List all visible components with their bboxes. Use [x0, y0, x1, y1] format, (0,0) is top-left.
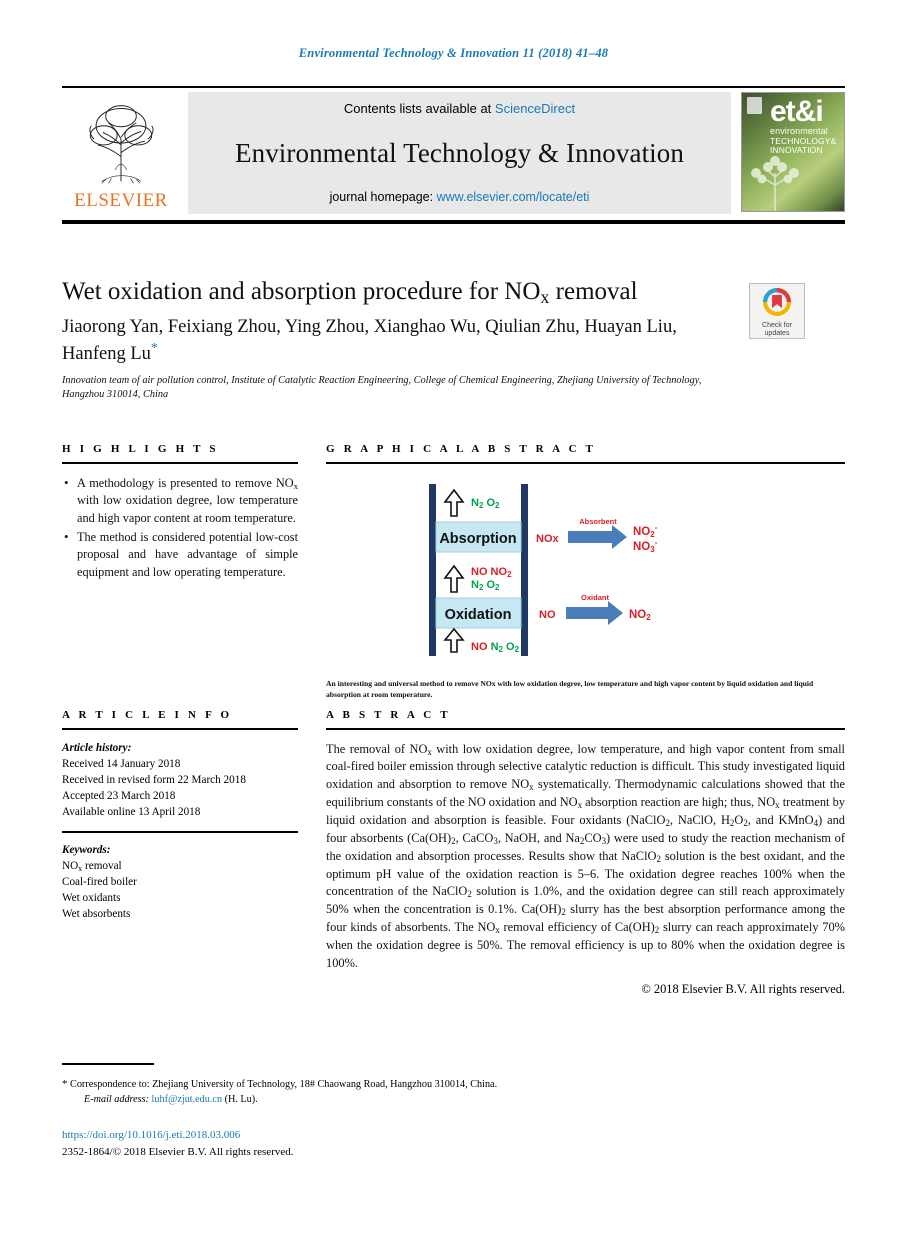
gas-label-top: N2 O2 — [471, 497, 500, 510]
keyword-item: Coal-fired boiler — [62, 876, 137, 889]
journal-title: Environmental Technology & Innovation — [235, 137, 684, 168]
history-item: Accepted 23 March 2018 — [62, 789, 176, 802]
journal-homepage-line: journal homepage: www.elsevier.com/locat… — [330, 190, 590, 204]
abstract-section: A B S T R A C T The removal of NOx with … — [326, 709, 845, 997]
keyword-item: Wet oxidants — [62, 892, 121, 905]
masthead-top-rule — [62, 86, 845, 88]
list-item: A methodology is presented to remove NOx… — [62, 474, 298, 527]
footnote-star: * — [62, 1077, 68, 1090]
sciencedirect-link[interactable]: ScienceDirect — [495, 101, 575, 116]
corresponding-author-marker: * — [150, 340, 158, 356]
running-head: Environmental Technology & Innovation 11… — [298, 46, 609, 60]
masthead-center-panel: Contents lists available at ScienceDirec… — [188, 92, 731, 214]
article-history: Article history: Received 14 January 201… — [62, 740, 298, 821]
highlights-list: A methodology is presented to remove NOx… — [62, 474, 298, 582]
email-note: E-mail address: luhf@zjut.edu.cn (H. Lu)… — [62, 1092, 845, 1107]
absorption-stage-label: Absorption — [439, 531, 516, 547]
keywords-label: Keywords: — [62, 843, 111, 856]
article-info-heading: A R T I C L E I N F O — [62, 709, 233, 721]
journal-cover-thumbnail: et&i environmental TECHNOLOGY& INNOVATIO… — [741, 92, 845, 212]
history-item: Available online 13 April 2018 — [62, 806, 201, 819]
graphical-abstract-section: G R A P H I C A L A B S T R A C T Absorp… — [326, 443, 845, 699]
correspondence-text: Correspondence to: Zhejiang University o… — [70, 1078, 498, 1090]
reaction-bottom-label: Oxidant — [581, 593, 609, 602]
reaction-bottom-arrow-icon — [566, 600, 623, 625]
elsevier-mark-icon — [747, 97, 762, 114]
homepage-url-link[interactable]: www.elsevier.com/locate/eti — [437, 190, 590, 204]
title-tail: removal — [549, 278, 638, 305]
crossmark-line1: Check for — [762, 322, 792, 329]
abstract-body: The removal of NOx with low oxidation de… — [326, 741, 845, 970]
crossmark-badge[interactable]: Check for updates — [749, 283, 805, 339]
elsevier-logo: ELSEVIER — [62, 92, 180, 214]
keyword-item: NOx removal — [62, 859, 122, 873]
footnote-rule — [62, 1063, 154, 1065]
oxidation-stage-label: Oxidation — [445, 607, 512, 623]
crossmark-icon — [763, 288, 791, 316]
reaction-top-output-1: NO2- — [633, 523, 658, 539]
email-label: E-mail address: — [84, 1094, 149, 1106]
history-item: Received in revised form 22 March 2018 — [62, 773, 246, 786]
reaction-top-output-2: NO3- — [633, 538, 658, 554]
graphical-abstract-figure: Absorption Oxidation N2 O2 NO NO2 N2 O2 … — [326, 480, 845, 699]
highlights-heading: H I G H L I G H T S — [62, 443, 219, 455]
journal-article-page: Environmental Technology & Innovation 11… — [0, 0, 907, 1238]
cover-subtitle: environmental TECHNOLOGY& INNOVATION — [770, 126, 836, 155]
issn-copyright: 2352-1864/© 2018 Elsevier B.V. All right… — [62, 1145, 294, 1158]
elsevier-tree-icon — [89, 105, 154, 184]
highlights-section: H I G H L I G H T S A methodology is pre… — [62, 443, 298, 583]
doi-link[interactable]: https://doi.org/10.1016/j.eti.2018.03.00… — [62, 1127, 845, 1144]
email-link[interactable]: luhf@zjut.edu.cn — [152, 1094, 223, 1105]
gas-label-mid-red: NO NO2 — [471, 566, 512, 579]
list-item: The method is considered potential low-c… — [62, 528, 298, 581]
article-history-label: Article history: — [62, 741, 132, 754]
process-diagram: Absorption Oxidation N2 O2 NO NO2 N2 O2 … — [429, 483, 658, 656]
history-item: Received 14 January 2018 — [62, 757, 181, 770]
reaction-top-arrow-icon — [568, 524, 627, 549]
keywords-divider — [62, 831, 298, 833]
abstract-rule — [326, 728, 845, 730]
reaction-top-label: Absorbent — [579, 517, 617, 526]
keyword-item: Wet absorbents — [62, 908, 131, 921]
column-right-wall — [521, 483, 528, 656]
crossmark-line2: updates — [764, 330, 790, 338]
title-main: Wet oxidation and absorption procedure f… — [62, 278, 541, 305]
graphical-abstract-caption: An interesting and universal method to r… — [326, 678, 814, 700]
column-left-wall — [429, 483, 436, 656]
affiliation: Innovation team of air pollution control… — [62, 375, 702, 401]
email-suffix: (H. Lu). — [224, 1094, 258, 1106]
highlights-rule — [62, 462, 298, 464]
gas-label-mid-green: N2 O2 — [471, 579, 500, 592]
correspondence-note: * Correspondence to: Zhejiang University… — [62, 1076, 845, 1093]
contents-lists-text: Contents lists available at — [343, 101, 495, 116]
article-title-block: Wet oxidation and absorption procedure f… — [62, 278, 845, 403]
reaction-bottom-output: NO2 — [629, 609, 651, 622]
abstract-heading: A B S T R A C T — [326, 709, 451, 721]
homepage-label: journal homepage: — [329, 190, 437, 204]
crossmark-label: Check for updates — [750, 322, 804, 338]
reaction-top-input: NOx — [536, 533, 560, 545]
article-info-section: A R T I C L E I N F O Article history: R… — [62, 709, 298, 922]
cover-logo-text: et&i — [770, 95, 824, 128]
cover-subtitle-line3: INNOVATION — [770, 144, 823, 155]
elsevier-wordmark: ELSEVIER — [74, 190, 168, 211]
cover-tree-icon — [751, 156, 799, 211]
page-title: Wet oxidation and absorption procedure f… — [62, 278, 722, 307]
graphical-abstract-heading: G R A P H I C A L A B S T R A C T — [326, 443, 597, 455]
article-info-rule — [62, 728, 298, 730]
graphical-abstract-rule — [326, 462, 845, 464]
abstract-copyright: © 2018 Elsevier B.V. All rights reserved… — [641, 981, 845, 996]
masthead-bottom-rule — [62, 220, 845, 224]
reaction-bottom-input: NO — [539, 609, 556, 621]
keywords-block: Keywords: NOx removal Coal-fired boiler … — [62, 842, 298, 923]
author-list: Jiaorong Yan, Feixiang Zhou, Ying Zhou, … — [62, 316, 722, 366]
page-footer: * Correspondence to: Zhejiang University… — [62, 1063, 845, 1160]
contents-lists-line: Contents lists available at ScienceDirec… — [344, 101, 575, 116]
journal-masthead: ELSEVIER Contents lists available at Sci… — [62, 86, 845, 224]
gas-label-bottom: NO N2 O2 — [471, 641, 520, 654]
